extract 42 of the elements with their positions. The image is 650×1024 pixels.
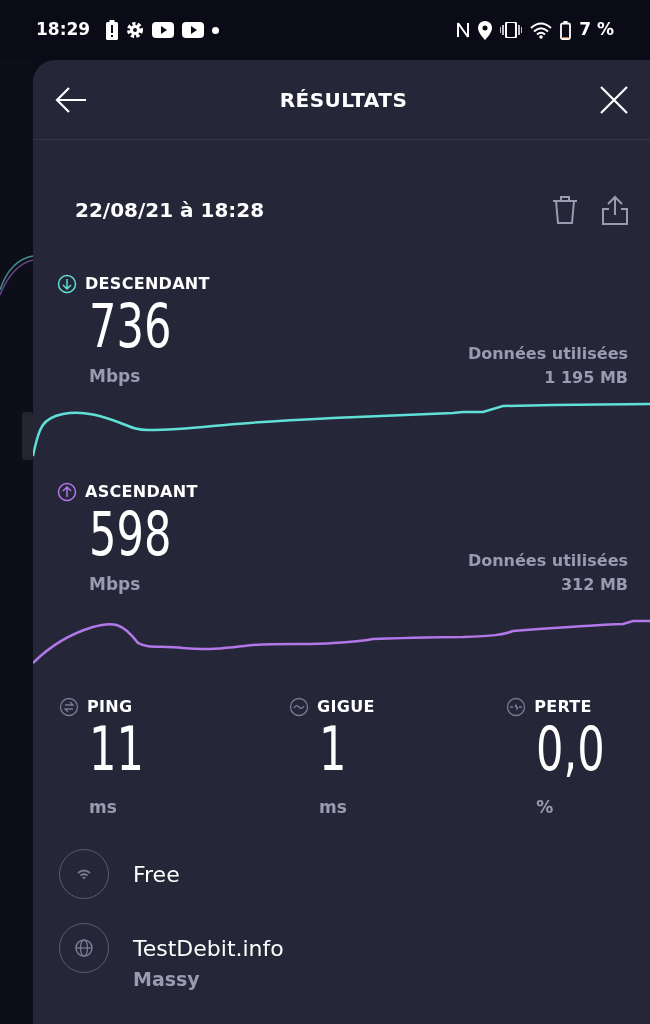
data-used-value: 312 MB (559, 574, 628, 596)
metric-label: PERTE (534, 696, 592, 718)
connection-name: Free (133, 860, 180, 889)
data-used-label: Données utilisées (467, 342, 628, 365)
server-location: Massy (133, 966, 201, 992)
speed-label: DESCENDANT (85, 273, 210, 295)
data-used-value: 1 195 MB (543, 366, 628, 389)
battery-percentage: 7 % (579, 18, 614, 42)
metric-value: 11 (89, 719, 144, 779)
metric-label: GIGUE (317, 696, 375, 718)
speed-unit: Mbps (89, 572, 142, 596)
wave-icon (289, 697, 310, 717)
location-pin-icon (478, 20, 493, 40)
speed-unit: Mbps (89, 365, 142, 388)
battery-alert-icon (106, 20, 119, 40)
metric-unit: ms (319, 796, 348, 819)
speed-value: 736 (89, 296, 172, 356)
back-arrow-icon[interactable] (55, 85, 87, 114)
dot-icon (212, 26, 220, 34)
wifi-icon (530, 21, 553, 39)
metric-unit: ms (89, 796, 118, 819)
metric-value: 1 (319, 719, 347, 779)
nfc-icon (456, 21, 471, 39)
share-icon[interactable] (602, 195, 628, 225)
play-icon (182, 22, 205, 38)
play-icon (152, 22, 175, 38)
close-icon[interactable] (600, 85, 628, 114)
metric-unit: % (536, 796, 555, 819)
metric-value: 0,0 (536, 719, 605, 779)
trash-icon[interactable] (552, 196, 578, 224)
metric-label: PING (87, 696, 133, 718)
test-date: 22/08/21 à 18:28 (75, 197, 265, 224)
clock: 18:29 (36, 18, 91, 42)
battery-icon (560, 20, 572, 40)
arrows-icon (59, 697, 79, 717)
screen-title: RÉSULTATS (279, 86, 408, 114)
gear-icon (126, 21, 145, 39)
speed-label: ASCENDANT (85, 480, 198, 503)
vibrate-icon (500, 22, 523, 38)
connection-name: TestDebit.info (133, 934, 284, 963)
data-used-label: Données utilisées (467, 550, 628, 572)
speed-value: 598 (89, 503, 172, 564)
